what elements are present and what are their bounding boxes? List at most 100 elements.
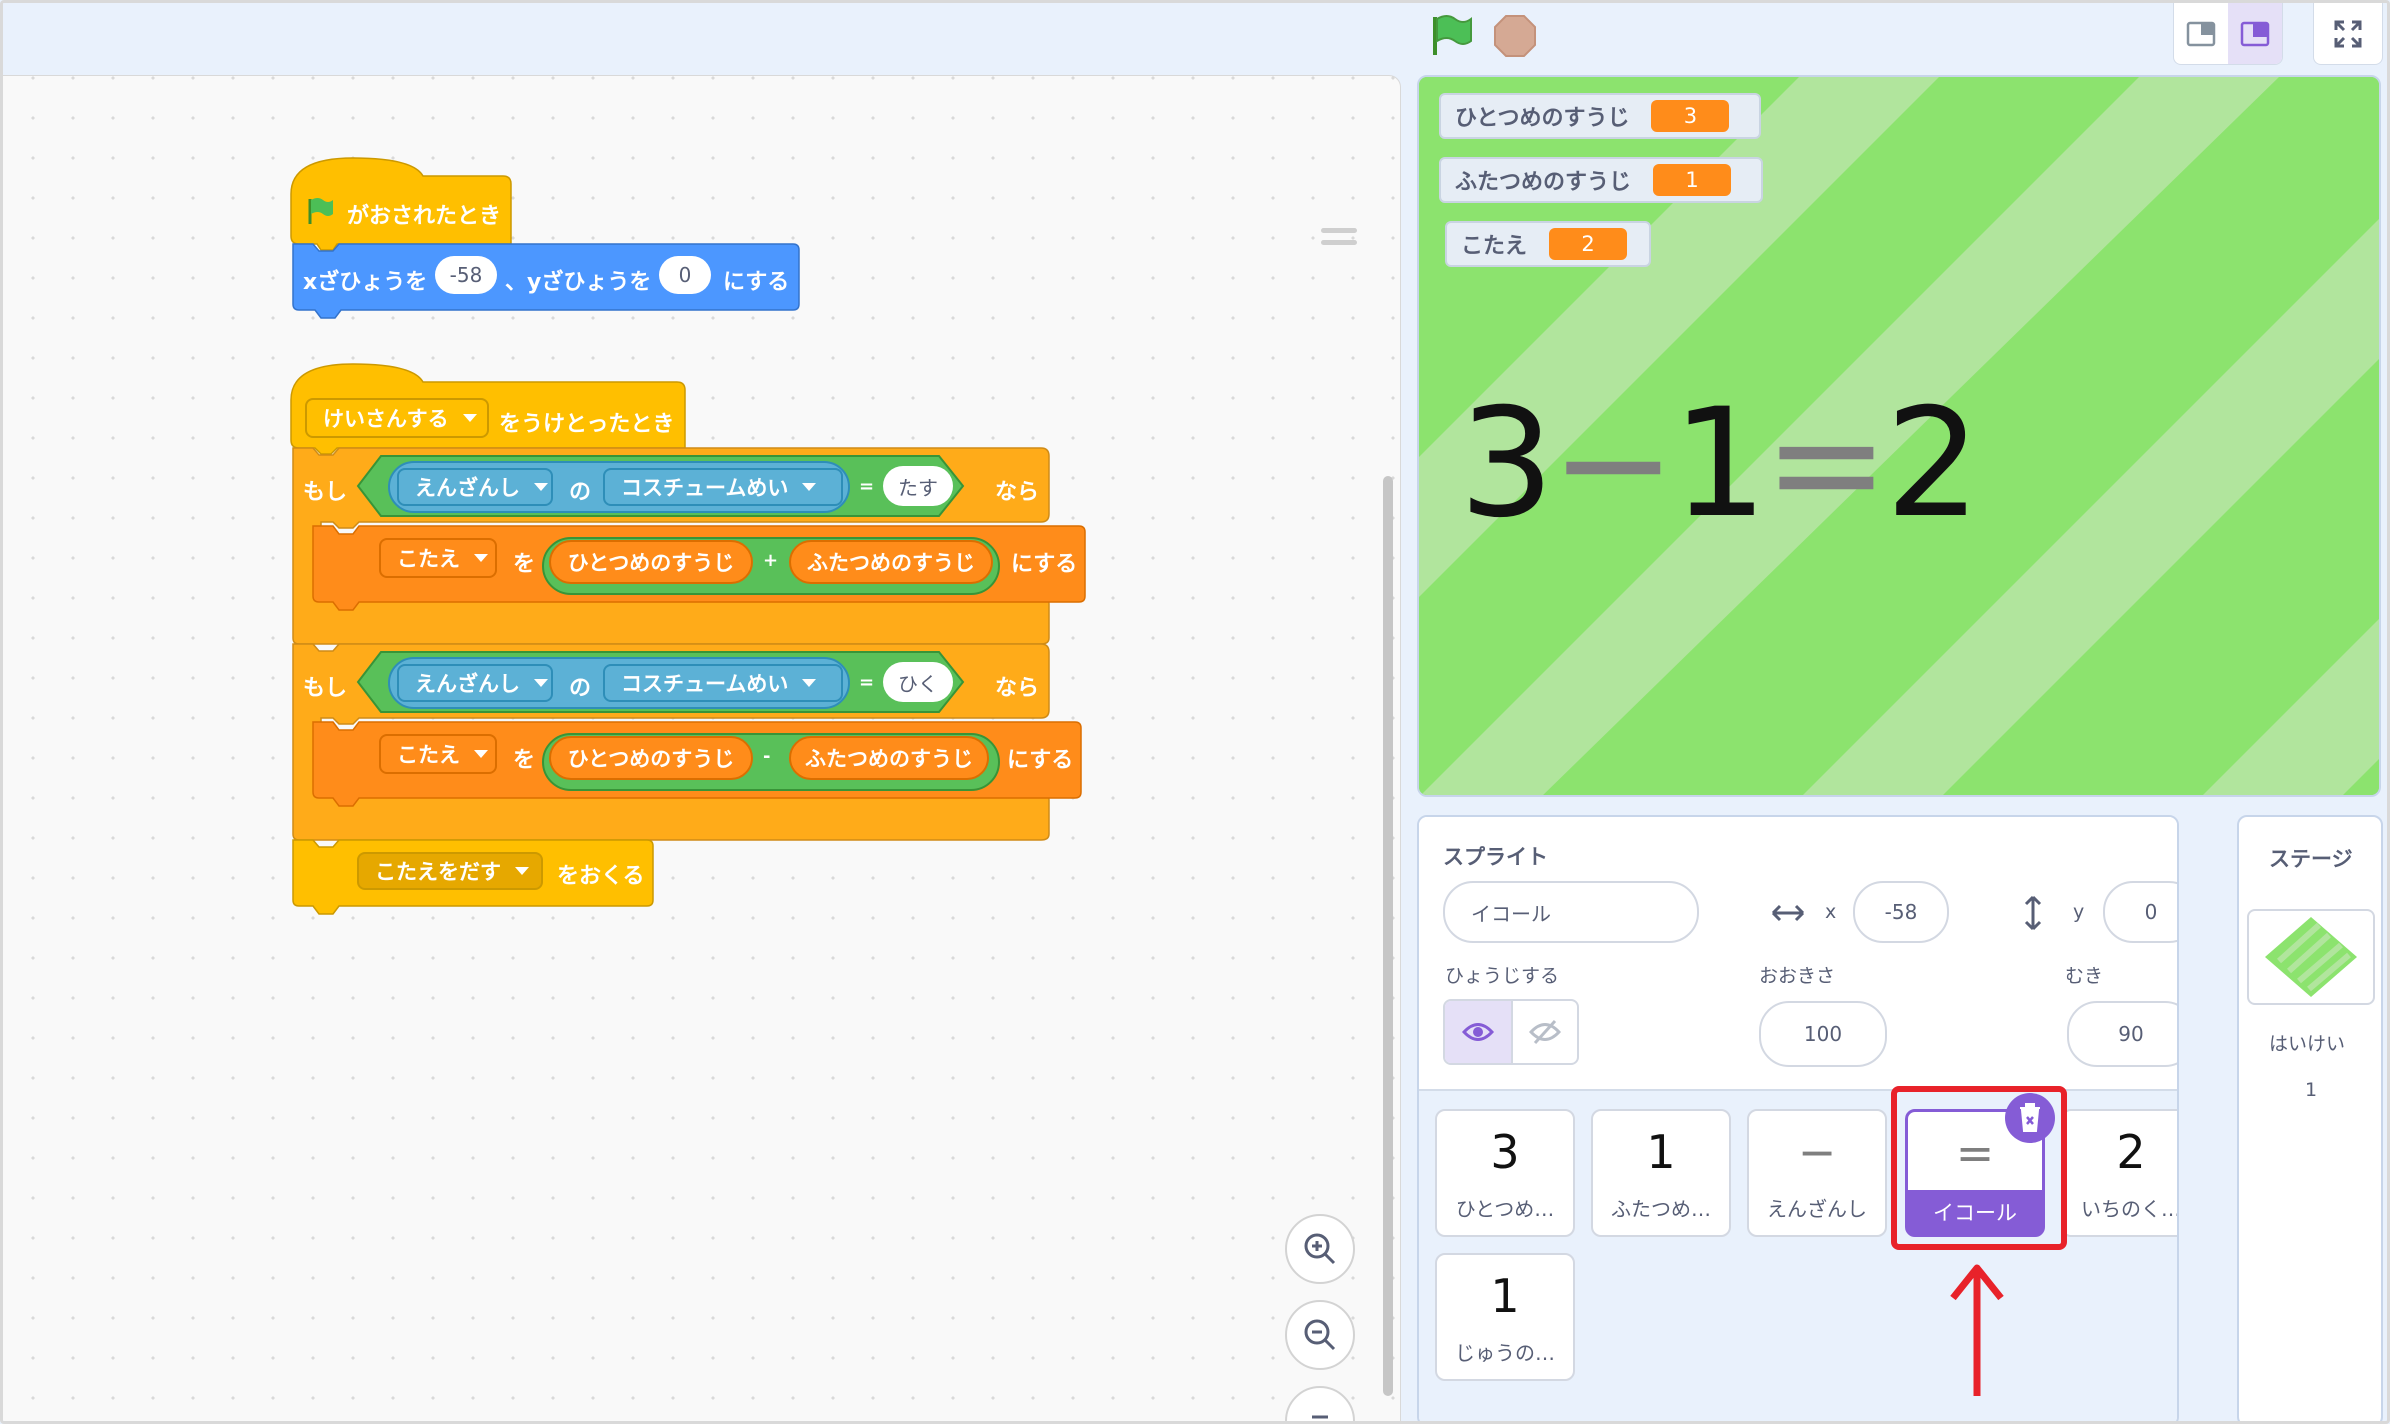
set-1-var-b-reporter[interactable]: ふたつめのすうじ [789,540,993,584]
sprite-list: 3 ひとつめ… 1 ふたつめ… − えんざんし = イコール 2 いちのく… 1… [1419,1089,2177,1421]
equals-1-sign: = [859,476,875,497]
show-label: ひょうじする [1445,965,1560,987]
large-stage-button[interactable] [2228,3,2282,64]
sprite-name: イコール [1908,1190,2042,1234]
backdrop-count: 1 [2305,1079,2318,1101]
dropdown-arrow-icon [515,867,529,875]
equals-1-value-input[interactable]: たす [883,466,953,506]
goto-x-input[interactable]: -58 [435,256,497,294]
dropdown-arrow-icon [474,554,488,562]
monitor-label: ふたつめのすうじ [1455,170,1632,195]
monitor-answer[interactable]: こたえ 2 [1445,221,1651,267]
stage-target-pane[interactable]: ステージ はいけい 1 [2237,815,2383,1421]
set-2-var-b-reporter[interactable]: ふたつめのすうじ [789,736,989,780]
direction-label: むき [2065,965,2104,987]
stage[interactable]: ひとつめのすうじ 3 ふたつめのすうじ 1 こたえ 2 3−1=2 [1417,75,2381,797]
set-2-suffix-label: にする [1007,748,1074,773]
sprite-pane: スプライト イコール x -58 y 0 ひょうじする おおきさ 100 むき … [1417,815,2179,1421]
equation-answer-sprite[interactable]: 2 [1885,377,1980,551]
sprite-name: じゅうの… [1455,1341,1555,1365]
y-label: y [2073,901,2085,923]
zoom-out-button[interactable] [1285,1300,1355,1370]
dropdown-arrow-icon [462,414,477,422]
stage-equation: 3−1=2 [1459,377,1981,551]
set-2-variable-value: こたえ [397,743,460,767]
zoom-in-button[interactable] [1285,1214,1355,1284]
when-receive-label: をうけとったとき [499,412,675,437]
of-1-property-value: コスチュームめい [621,476,789,500]
broadcast-message-dropdown[interactable]: こたえをだす [357,852,543,890]
sprite-info: スプライト イコール x -58 y 0 ひょうじする おおきさ 100 むき … [1419,817,2177,1089]
equation-operator-sprite[interactable]: − [1550,377,1676,551]
equals-icon [1312,1415,1328,1419]
green-flag-icon[interactable] [1427,13,1473,59]
equation-equals-sprite[interactable]: = [1764,377,1890,551]
set-1-operator: + [763,550,779,571]
if-1-label: もし [303,480,348,505]
direction-input[interactable]: 90 [2067,1001,2177,1067]
equals-2-sign: = [859,672,875,693]
sprite-tile-ones-digit[interactable]: 2 いちのく… [2061,1109,2177,1237]
size-input[interactable]: 100 [1759,1001,1887,1067]
x-input[interactable]: -58 [1853,881,1949,943]
code-area[interactable]: がおされたとき xざひょうを -58 、yざひょうを 0 にする けいさんする … [3,75,1401,1421]
set-2-var-a-reporter[interactable]: ひとつめのすうじ [549,736,753,780]
backdrop-preview [2265,917,2357,997]
goto-y-input[interactable]: 0 [659,256,711,294]
dropdown-arrow-icon [534,679,548,687]
of-2-property-dropdown[interactable]: コスチュームめい [603,664,843,702]
receive-message-dropdown[interactable]: けいさんする [305,398,489,438]
of-1-property-dropdown[interactable]: コスチュームめい [603,468,843,506]
if-2-then-label: なら [995,676,1040,701]
sprite-thumbnail: 1 [1490,1269,1520,1323]
delete-sprite-button[interactable] [2003,1091,2057,1145]
equation-second-sprite[interactable]: 1 [1672,377,1767,551]
dropdown-arrow-icon [802,483,817,491]
set-2-operator: - [763,746,771,767]
sprite-name: ひとつめ… [1455,1197,1555,1221]
sprite-thumbnail: 1 [1646,1125,1676,1179]
monitor-first-number[interactable]: ひとつめのすうじ 3 [1439,93,1761,139]
dropdown-arrow-icon [802,679,817,687]
sprite-tile-operator[interactable]: − えんざんし [1747,1109,1887,1237]
small-stage-button[interactable] [2174,3,2228,64]
sprite-tile-first-number[interactable]: 3 ひとつめ… [1435,1109,1575,1237]
if-2-label: もし [303,676,348,701]
stop-icon[interactable] [1492,13,1538,59]
fullscreen-button[interactable] [2313,3,2383,65]
y-input[interactable]: 0 [2103,881,2177,943]
sprite-thumbnail: − [1797,1125,1837,1179]
set-2-variable-dropdown[interactable]: こたえ [379,734,497,774]
x-label: x [1825,901,1837,923]
dropdown-arrow-icon [534,483,548,491]
sprite-tile-tens-digit[interactable]: 1 じゅうの… [1435,1253,1575,1381]
up-arrow-icon [1950,1264,2004,1396]
monitor-label: ひとつめのすうじ [1455,106,1630,131]
hide-button[interactable] [1511,1001,1577,1063]
broadcast-label: をおくる [557,864,645,889]
sprite-title: スプライト [1443,845,1548,869]
equals-2-value-input[interactable]: ひく [883,662,953,702]
receive-message-value: けいさんする [323,407,449,431]
stage-panel-title: ステージ [2269,847,2353,871]
size-label: おおきさ [1759,965,1836,987]
of-1-target-dropdown[interactable]: えんざんし [397,468,553,506]
horizontal-arrows-icon [1771,904,1805,922]
sprite-tile-second-number[interactable]: 1 ふたつめ… [1591,1109,1731,1237]
vertical-arrows-icon [2024,895,2042,931]
equation-first-sprite[interactable]: 3 [1459,377,1554,551]
of-2-property-value: コスチュームめい [621,672,789,696]
backdrop-name: はいけい [2269,1033,2346,1055]
set-1-var-a-reporter[interactable]: ひとつめのすうじ [549,540,753,584]
large-stage-icon [2240,21,2270,47]
visibility-toggle [1443,999,1579,1065]
set-1-variable-dropdown[interactable]: こたえ [379,538,497,578]
sprite-name-input[interactable]: イコール [1443,881,1699,943]
of-2-target-dropdown[interactable]: えんざんし [397,664,553,702]
dropdown-arrow-icon [474,750,488,758]
show-button[interactable] [1445,1001,1511,1063]
of-1-target-value: えんざんし [415,476,520,500]
sprite-thumbnail: 3 [1490,1125,1520,1179]
set-1-wo-label: を [513,552,536,577]
monitor-second-number[interactable]: ふたつめのすうじ 1 [1439,157,1763,203]
